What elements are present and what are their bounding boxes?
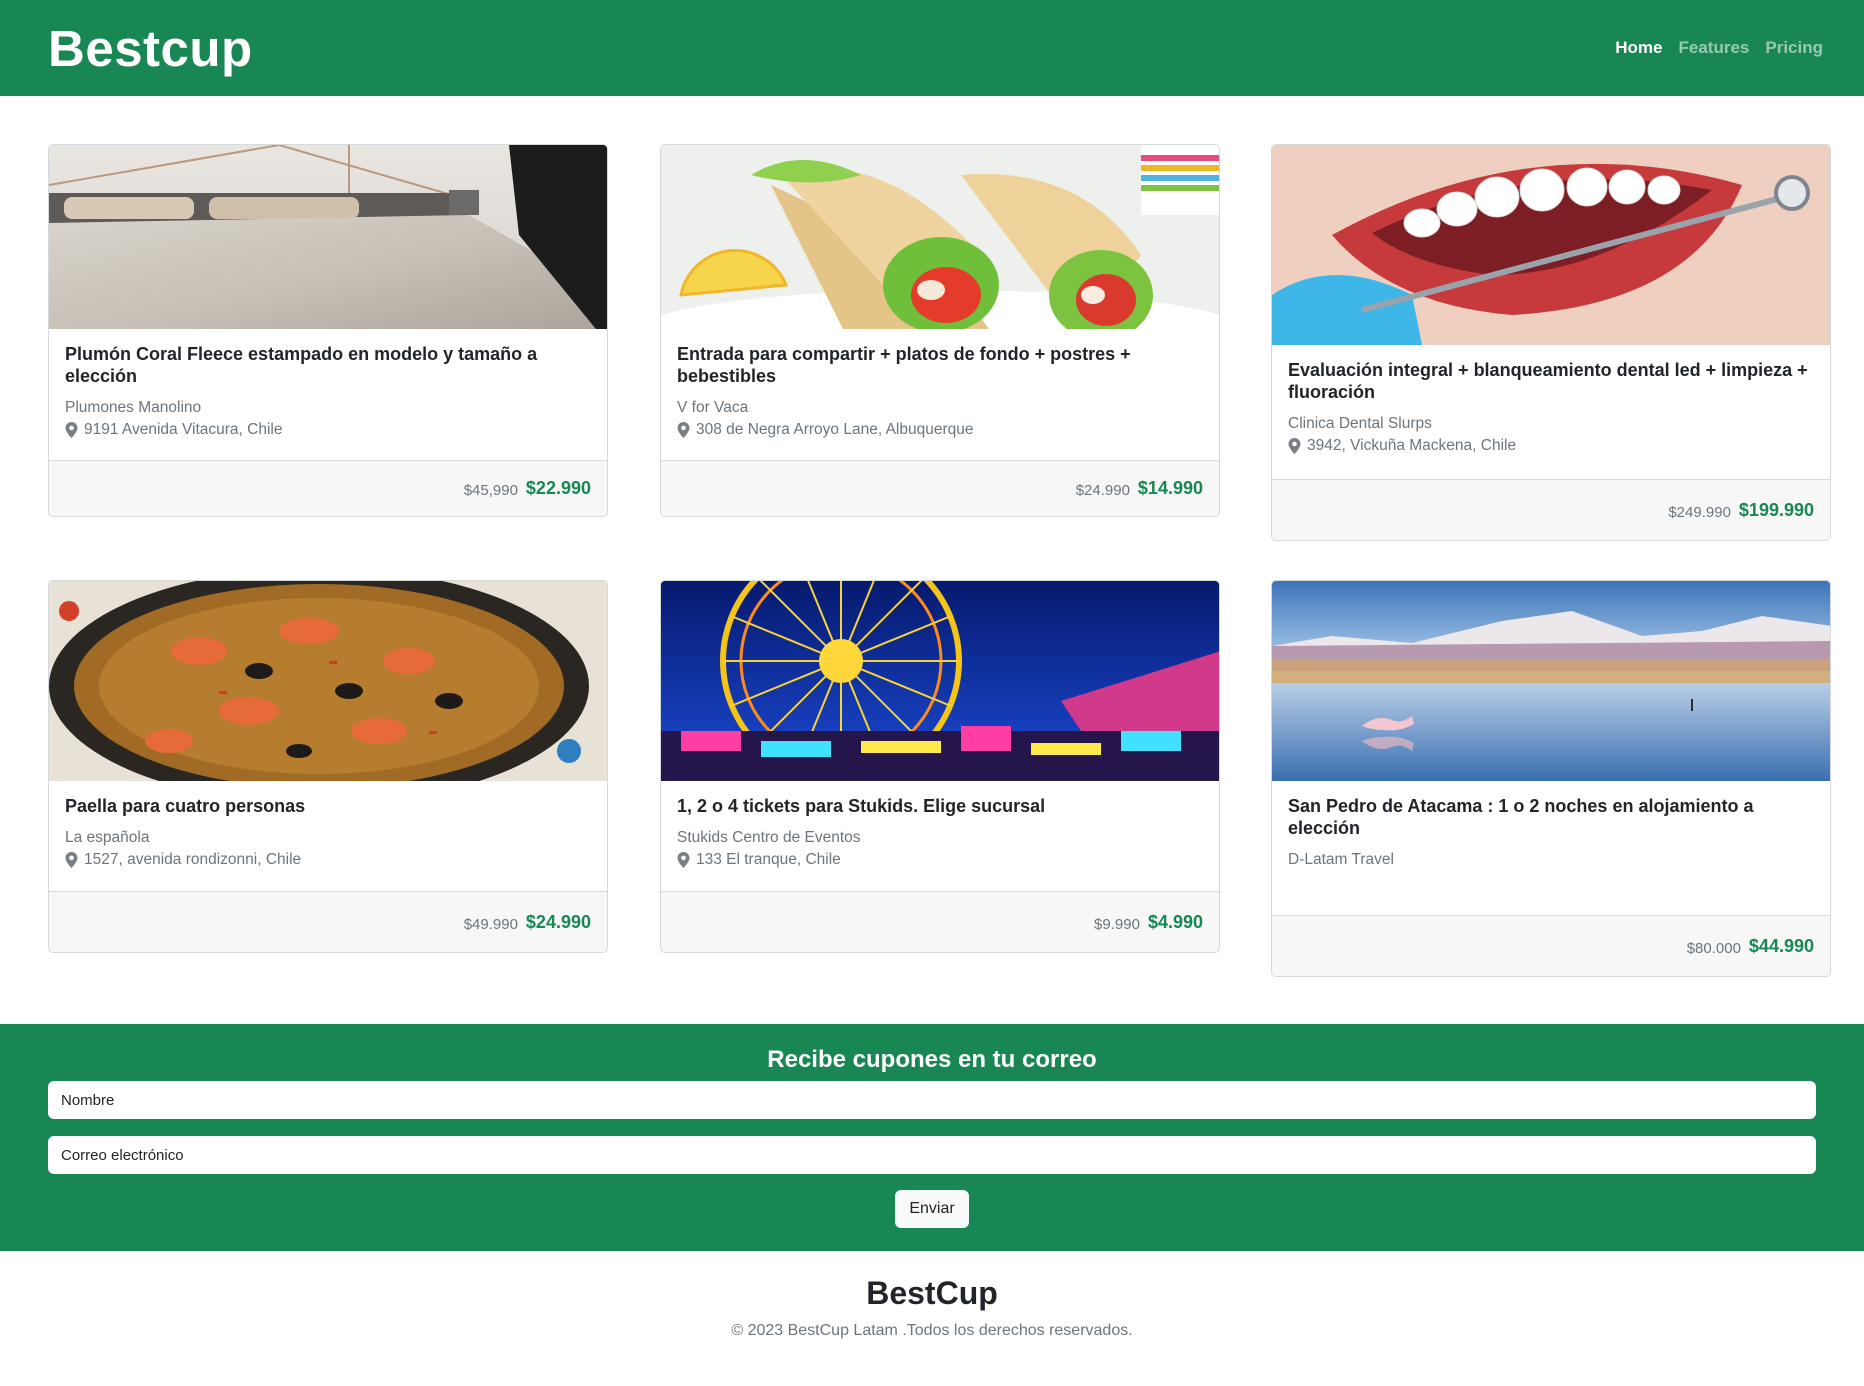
merchant-name: Clinica Dental Slurps bbox=[1288, 415, 1432, 432]
card-footer: $45,990 $22.990 bbox=[49, 459, 607, 516]
deal-card[interactable]: Plumón Coral Fleece estampado en modelo … bbox=[48, 144, 608, 517]
card-body: Plumón Coral Fleece estampado en modelo … bbox=[49, 329, 607, 460]
discount-price: $22.990 bbox=[525, 477, 591, 498]
nav-pricing-link[interactable]: Pricing bbox=[1765, 30, 1823, 66]
newsletter-section: Recibe cupones en tu correo Enviar bbox=[0, 1024, 1864, 1251]
merchant-name: Stukids Centro de Eventos bbox=[677, 829, 861, 846]
merchant-name: V for Vaca bbox=[677, 398, 749, 416]
discount-price: $24.990 bbox=[525, 911, 591, 932]
merchant-name: La española bbox=[65, 829, 150, 846]
deal-title[interactable]: 1, 2 o 4 tickets para Stukids. Elige suc… bbox=[677, 795, 1203, 817]
discount-price: $44.990 bbox=[1748, 935, 1814, 956]
brand-logo[interactable]: Bestcup bbox=[48, 19, 253, 78]
deal-card[interactable]: San Pedro de Atacama : 1 o 2 noches en a… bbox=[1271, 580, 1831, 977]
deal-title[interactable]: San Pedro de Atacama : 1 o 2 noches en a… bbox=[1288, 795, 1814, 839]
location-text: 308 de Negra Arroyo Lane, Albuquerque bbox=[696, 420, 974, 438]
deal-image-atacama[interactable] bbox=[1272, 581, 1830, 781]
location-text: 133 El tranque, Chile bbox=[696, 851, 841, 868]
deal-image-amusement-park[interactable] bbox=[661, 581, 1219, 781]
deal-title[interactable]: Paella para cuatro personas bbox=[65, 795, 591, 817]
deal-image-bed[interactable] bbox=[49, 145, 607, 329]
map-pin-icon bbox=[677, 421, 690, 438]
footer: BestCup © 2023 BestCup Latam .Todos los … bbox=[0, 1251, 1864, 1340]
navbar: Bestcup Home Features Pricing bbox=[0, 0, 1864, 96]
merchant-name: D-Latam Travel bbox=[1288, 851, 1394, 868]
location-text: 3942, Vickuña Mackena, Chile bbox=[1307, 437, 1517, 454]
deal-image-wraps[interactable] bbox=[661, 145, 1219, 329]
original-price: $9.990 bbox=[1094, 915, 1140, 933]
submit-button[interactable]: Enviar bbox=[895, 1190, 969, 1228]
card-body: San Pedro de Atacama : 1 o 2 noches en a… bbox=[1272, 781, 1830, 888]
newsletter-title: Recibe cupones en tu correo bbox=[767, 1046, 1097, 1073]
deal-title[interactable]: Entrada para compartir + platos de fondo… bbox=[677, 343, 1203, 387]
card-footer: $80.000 $44.990 bbox=[1272, 915, 1830, 976]
original-price: $24.990 bbox=[1075, 481, 1130, 499]
discount-price: $4.990 bbox=[1147, 911, 1203, 932]
deal-location: 308 de Negra Arroyo Lane, Albuquerque bbox=[677, 418, 1203, 442]
deal-image-paella[interactable] bbox=[49, 581, 607, 781]
card-footer: $9.990 $4.990 bbox=[661, 891, 1219, 952]
map-pin-icon bbox=[1288, 438, 1301, 454]
deal-card[interactable]: 1, 2 o 4 tickets para Stukids. Elige suc… bbox=[660, 580, 1220, 953]
card-body: Evaluación integral + blanqueamiento den… bbox=[1272, 345, 1830, 476]
deal-location: 1527, avenida rondizonni, Chile bbox=[65, 848, 591, 872]
original-price: $49.990 bbox=[463, 915, 518, 933]
copyright-text: © 2023 BestCup Latam .Todos los derechos… bbox=[731, 1322, 1133, 1339]
card-body: Paella para cuatro personas La española … bbox=[49, 781, 607, 890]
email-input[interactable] bbox=[48, 1136, 1816, 1174]
deal-card[interactable]: Entrada para compartir + platos de fondo… bbox=[660, 144, 1220, 517]
discount-price: $199.990 bbox=[1738, 499, 1814, 520]
main-nav: Home Features Pricing bbox=[1615, 30, 1823, 66]
footer-brand: BestCup bbox=[866, 1275, 998, 1311]
nav-features-link[interactable]: Features bbox=[1679, 30, 1750, 66]
card-body: Entrada para compartir + platos de fondo… bbox=[661, 329, 1219, 460]
map-pin-icon bbox=[65, 852, 78, 868]
map-pin-icon bbox=[65, 421, 78, 438]
deal-location: 9191 Avenida Vitacura, Chile bbox=[65, 418, 591, 442]
merchant-name: Plumones Manolino bbox=[65, 398, 202, 416]
nav-home-link[interactable]: Home bbox=[1615, 30, 1662, 66]
card-body: 1, 2 o 4 tickets para Stukids. Elige suc… bbox=[661, 781, 1219, 890]
original-price: $45,990 bbox=[463, 481, 518, 499]
deal-location: 3942, Vickuña Mackena, Chile bbox=[1288, 434, 1814, 458]
discount-price: $14.990 bbox=[1137, 477, 1203, 498]
deal-title[interactable]: Plumón Coral Fleece estampado en modelo … bbox=[65, 343, 591, 387]
original-price: $80.000 bbox=[1686, 939, 1741, 957]
deals-grid: Plumón Coral Fleece estampado en modelo … bbox=[0, 96, 1864, 1024]
location-text: 1527, avenida rondizonni, Chile bbox=[84, 851, 302, 868]
deal-card[interactable]: Paella para cuatro personas La española … bbox=[48, 580, 608, 953]
deal-card[interactable]: Evaluación integral + blanqueamiento den… bbox=[1271, 144, 1831, 541]
card-footer: $249.990 $199.990 bbox=[1272, 479, 1830, 540]
name-input[interactable] bbox=[48, 1081, 1816, 1119]
deal-title[interactable]: Evaluación integral + blanqueamiento den… bbox=[1288, 359, 1814, 403]
location-text: 9191 Avenida Vitacura, Chile bbox=[84, 420, 283, 438]
card-footer: $49.990 $24.990 bbox=[49, 891, 607, 952]
map-pin-icon bbox=[677, 852, 690, 868]
deal-location: 133 El tranque, Chile bbox=[677, 848, 1203, 872]
deal-image-dental[interactable] bbox=[1272, 145, 1830, 345]
card-footer: $24.990 $14.990 bbox=[661, 459, 1219, 516]
original-price: $249.990 bbox=[1668, 503, 1731, 521]
